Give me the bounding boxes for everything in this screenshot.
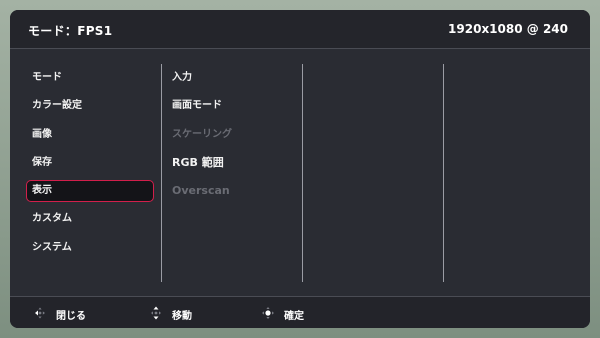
submenu-item-rgb-range[interactable]: RGB 範囲 xyxy=(166,149,296,177)
submenu-item-input[interactable]: 入力 xyxy=(166,64,296,92)
menu-item-label: モード xyxy=(32,72,62,83)
dpad-left-icon xyxy=(35,307,45,319)
submenu-item-scaling: スケーリング xyxy=(166,121,296,149)
menu-item-label: カスタム xyxy=(32,213,72,225)
menu-item-mode[interactable]: モード xyxy=(26,64,156,92)
option-column-empty xyxy=(307,64,437,282)
dpad-updown-icon xyxy=(151,306,161,320)
submenu-item-label: スケーリング xyxy=(172,128,232,140)
osd-footer: 閉じる 移動 確定 xyxy=(10,296,590,328)
column-divider xyxy=(302,64,303,282)
resolution-readout: 1920x1080 @ 240 xyxy=(448,22,568,36)
current-mode-label: モード：FPS1 xyxy=(28,24,113,38)
submenu-item-screen-mode[interactable]: 画面モード xyxy=(166,92,296,120)
footer-confirm-label: 確定 xyxy=(284,311,304,322)
footer-move-label: 移動 xyxy=(172,311,192,322)
menu-item-save[interactable]: 保存 xyxy=(26,149,156,177)
footer-close-label: 閉じる xyxy=(56,311,86,322)
dpad-center-icon xyxy=(262,307,274,319)
menu-item-label: 画像 xyxy=(32,128,52,140)
submenu-item-label: 画面モード xyxy=(172,100,222,112)
menu-item-label: 保存 xyxy=(32,156,52,168)
menu-item-label: 表示 xyxy=(32,185,52,197)
menu-item-custom[interactable]: カスタム xyxy=(26,205,156,233)
menu-item-display[interactable]: 表示 xyxy=(26,177,156,205)
submenu-item-label: RGB 範囲 xyxy=(172,155,224,169)
monitor-screen: モード：FPS1 1920x1080 @ 240 モード カラー設定 画像 保存… xyxy=(0,0,600,338)
menu-item-label: システム xyxy=(32,241,72,253)
column-divider xyxy=(161,64,162,282)
submenu-item-label: Overscan xyxy=(172,184,230,198)
detail-column-empty xyxy=(448,64,578,282)
menu-item-system[interactable]: システム xyxy=(26,234,156,262)
osd-header: モード：FPS1 1920x1080 @ 240 xyxy=(10,10,590,49)
column-divider xyxy=(443,64,444,282)
submenu-item-label: 入力 xyxy=(172,72,192,83)
sub-menu: 入力 画面モード スケーリング RGB 範囲 Overscan xyxy=(166,64,296,205)
menu-item-picture[interactable]: 画像 xyxy=(26,121,156,149)
main-menu: モード カラー設定 画像 保存 表示 カスタム システム xyxy=(26,64,156,262)
menu-item-color-settings[interactable]: カラー設定 xyxy=(26,92,156,120)
submenu-item-overscan: Overscan xyxy=(166,177,296,205)
osd-menu-panel: モード：FPS1 1920x1080 @ 240 モード カラー設定 画像 保存… xyxy=(10,10,590,328)
menu-item-label: カラー設定 xyxy=(32,100,82,112)
